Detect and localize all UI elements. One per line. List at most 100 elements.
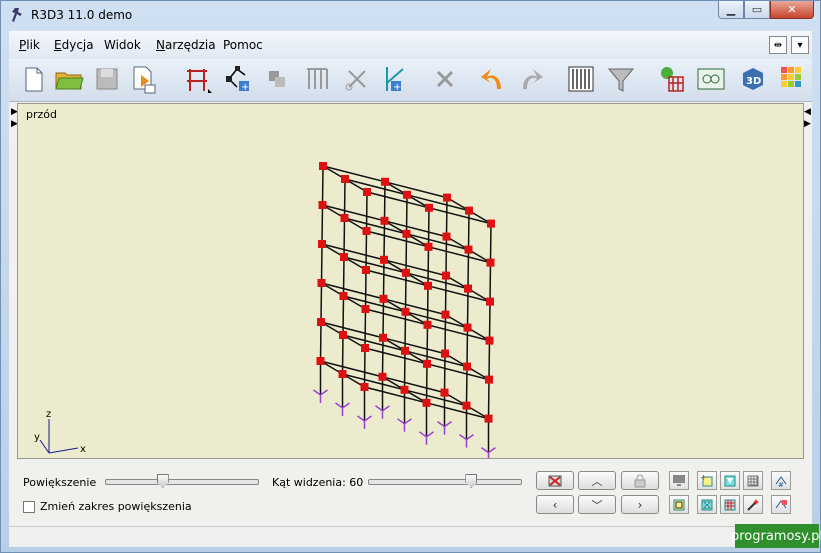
- frame-member: [404, 311, 407, 351]
- export-button[interactable]: [127, 63, 159, 95]
- lock-view-button[interactable]: [621, 471, 659, 490]
- hourglass-view-button[interactable]: [697, 495, 717, 514]
- node-marker: [360, 383, 369, 391]
- chevron-left-icon: ‹: [552, 497, 558, 512]
- axis-y-label: y: [34, 432, 40, 443]
- frame-button[interactable]: [181, 63, 213, 95]
- rotate-down-button[interactable]: ﹀: [578, 495, 616, 514]
- results-button[interactable]: [695, 63, 727, 95]
- save-button[interactable]: [91, 63, 123, 95]
- menu-plik[interactable]: Plik: [19, 38, 40, 52]
- rotate-right-button[interactable]: ›: [621, 495, 659, 514]
- node-marker: [463, 323, 472, 332]
- zoom-label: Powiększenie: [23, 476, 97, 489]
- right-panel-arrow-icon[interactable]: ◀: [804, 107, 811, 117]
- toolbar-toggle-button[interactable]: ⇹: [769, 36, 787, 54]
- frame-member: [341, 334, 344, 375]
- node-marker: [401, 307, 410, 316]
- node-marker: [463, 362, 471, 371]
- maximize-icon: ▭: [751, 3, 763, 16]
- calculate-button[interactable]: [655, 63, 687, 95]
- view-3d-button[interactable]: 3D: [737, 63, 769, 95]
- zoom-range-checkbox[interactable]: [23, 501, 35, 513]
- columns-button[interactable]: [301, 63, 333, 95]
- node-plus-icon: +: [700, 474, 713, 486]
- frame-member: [406, 194, 470, 212]
- close-icon: ✕: [787, 3, 797, 16]
- menu-widok[interactable]: Widok: [104, 38, 141, 52]
- blocks-button[interactable]: [261, 63, 293, 95]
- color-map-button[interactable]: [777, 63, 809, 95]
- frame-member: [366, 230, 429, 248]
- node-marker: [442, 271, 450, 280]
- maximize-button[interactable]: ▭: [744, 1, 770, 19]
- right-panel-arrow2-icon[interactable]: ▶: [804, 119, 811, 129]
- menu-edycja[interactable]: Edycja: [54, 38, 94, 52]
- svg-text:+: +: [393, 82, 401, 93]
- frame-member: [382, 337, 446, 355]
- calculate-gear-icon: [661, 67, 684, 92]
- minimize-button[interactable]: ▁: [718, 1, 744, 19]
- grid-icon: [568, 66, 594, 92]
- node-marker: [440, 388, 449, 397]
- lock-icon: [634, 474, 646, 487]
- angle-slider-thumb[interactable]: [465, 474, 478, 488]
- zoom-slider[interactable]: [105, 479, 259, 485]
- undo-button[interactable]: [477, 63, 509, 95]
- frame-member: [364, 386, 427, 404]
- add-node-view-button[interactable]: +: [697, 471, 717, 490]
- menu-pomoc[interactable]: Pomoc: [223, 38, 263, 52]
- rotate-left-button[interactable]: ‹: [536, 495, 574, 514]
- node-marker: [319, 162, 327, 170]
- redo-button[interactable]: [515, 63, 547, 95]
- model-viewport[interactable]: przód z x y: [17, 103, 804, 459]
- frame-member: [445, 197, 448, 237]
- filter-funnel-icon: [607, 68, 635, 92]
- node-add-button[interactable]: +: [221, 63, 253, 95]
- move-view-button[interactable]: [771, 495, 791, 514]
- rotate-up-button[interactable]: ︿: [578, 471, 616, 490]
- frame-member: [382, 298, 385, 338]
- zoom-slider-thumb[interactable]: [156, 474, 169, 488]
- node-marker: [423, 359, 431, 368]
- monitor-button[interactable]: [669, 471, 689, 490]
- frame-view-button[interactable]: [669, 495, 689, 514]
- menu-narzedzia[interactable]: Narzędzia: [156, 38, 216, 52]
- axes-add-button[interactable]: +: [377, 63, 409, 95]
- frame-member: [428, 246, 491, 264]
- filter-button[interactable]: [605, 63, 637, 95]
- close-button[interactable]: ✕: [770, 1, 814, 19]
- frame-member: [405, 311, 468, 329]
- frame-member: [342, 256, 345, 297]
- frame-member: [466, 288, 469, 328]
- frame-member: [382, 259, 385, 299]
- title-bar[interactable]: R3D3 11.0 demo ▁ ▭ ✕: [1, 1, 820, 31]
- reset-view-button[interactable]: [536, 471, 574, 490]
- frame-member: [365, 230, 368, 271]
- grid-view-button[interactable]: [720, 495, 740, 514]
- grid-button[interactable]: [565, 63, 597, 95]
- frame-member: [445, 236, 448, 276]
- delete-button[interactable]: [429, 63, 461, 95]
- wand-button[interactable]: [743, 495, 763, 514]
- menu-dropdown-button[interactable]: ▾: [791, 36, 809, 54]
- node-marker: [487, 219, 495, 228]
- cut-button[interactable]: [341, 63, 373, 95]
- frame-member: [467, 249, 470, 289]
- axes-add-icon: +: [386, 67, 404, 93]
- angle-slider[interactable]: [368, 479, 522, 485]
- new-file-button[interactable]: [17, 63, 49, 95]
- numbering-button[interactable]: #: [771, 471, 791, 490]
- node-marker: [402, 268, 410, 277]
- frame-member: [405, 272, 469, 290]
- frame-member: [467, 210, 470, 250]
- node-marker: [338, 370, 347, 378]
- view-controls: Powiększenie Kąt widzenia: 60 Zmień zakr…: [17, 463, 804, 523]
- support-view-button[interactable]: [720, 471, 740, 490]
- node-marker: [317, 279, 326, 287]
- frame-member: [342, 295, 345, 336]
- node-marker: [464, 245, 473, 254]
- open-button[interactable]: [53, 63, 85, 95]
- mesh-view-button[interactable]: [743, 471, 763, 490]
- frame-member: [427, 324, 490, 342]
